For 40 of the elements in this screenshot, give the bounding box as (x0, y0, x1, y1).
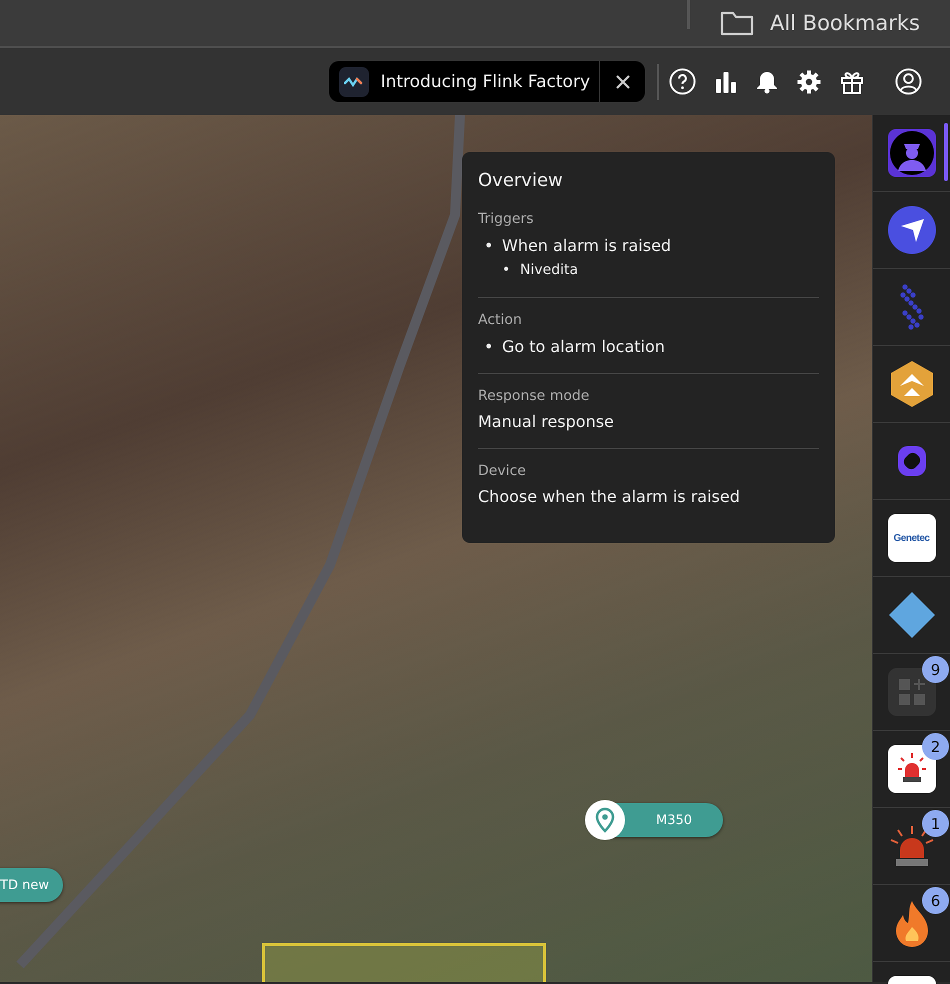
folder-icon[interactable] (720, 10, 754, 36)
panel-title: Overview (478, 170, 564, 191)
app-shortcut[interactable] (894, 899, 930, 947)
section-label: Response mode (478, 388, 590, 404)
diamond-icon (888, 591, 936, 639)
gift-icon[interactable] (840, 70, 864, 94)
bullet-text: When alarm is raised (502, 236, 672, 255)
app-shortcut[interactable]: Genetec (888, 514, 936, 562)
count-badge: 2 (922, 733, 949, 760)
announcement-link[interactable]: Introducing Flink Factory (380, 72, 590, 92)
close-icon[interactable] (614, 74, 630, 90)
bullet-text: Nivedita (520, 262, 578, 278)
bullet-mark: • (484, 336, 494, 358)
bar-chart-icon[interactable] (715, 70, 737, 92)
user-account-icon[interactable] (895, 68, 922, 95)
fire-icon (894, 899, 930, 947)
bullet-mark: • (502, 261, 512, 280)
location-pin-icon (585, 800, 625, 840)
bookmarks-label[interactable]: All Bookmarks (770, 11, 920, 35)
hexagon-logo-icon (890, 360, 934, 408)
bullet-text: Go to alarm location (502, 337, 665, 356)
police-officer-icon (888, 129, 936, 177)
section-value: Manual response (478, 411, 615, 433)
rounded-ring-icon (896, 444, 928, 478)
section-value: Choose when the alarm is raised (478, 486, 741, 508)
bell-icon[interactable] (756, 70, 778, 94)
count-badge: 1 (922, 810, 949, 837)
section-label: Action (478, 312, 523, 328)
help-icon[interactable] (669, 68, 696, 95)
satellite-map[interactable]: M350 TD new Overview Triggers • When alarm is raised • Nivedita Action • Go to alarm location Response mode Manual response Device Choose when the alarm is raised (0, 115, 872, 982)
app-shortcut[interactable] (888, 206, 936, 254)
count-badge: 6 (922, 887, 949, 914)
bullet-mark: • (484, 235, 494, 257)
wave-logo-icon (338, 66, 369, 96)
app-shortcut[interactable] (890, 360, 934, 408)
count-badge: 9 (922, 656, 949, 683)
app-shortcut[interactable] (888, 591, 936, 639)
section-label: Triggers (478, 211, 535, 227)
section-label: Device (478, 463, 527, 479)
settings-icon[interactable] (797, 70, 821, 94)
